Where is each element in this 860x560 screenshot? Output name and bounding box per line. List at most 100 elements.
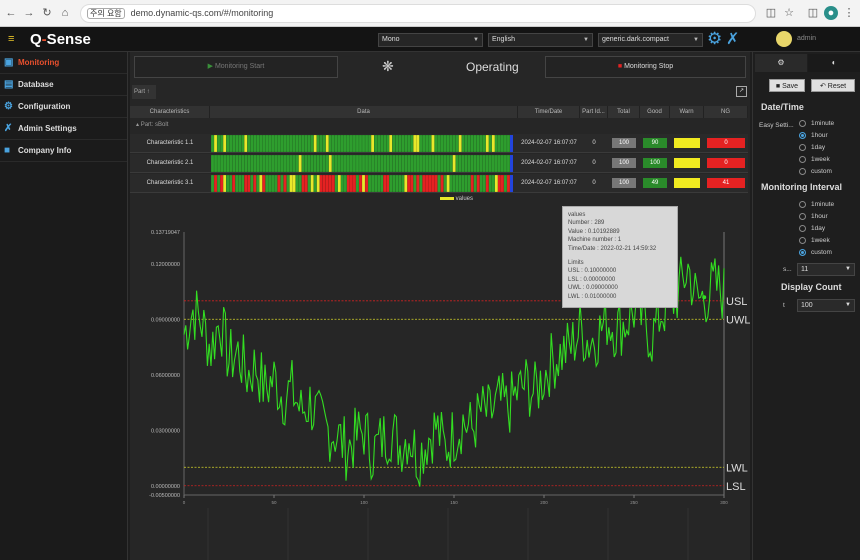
radio-dot (799, 201, 806, 208)
browser-bar: ← → ↻ ⌂ 주의 요함 demo.dynamic-qs.com/#/monit… (0, 0, 860, 27)
sidebar-item-admin-settings[interactable]: ✗ Admin Settings (0, 118, 127, 140)
radio-datetime-1day[interactable]: 1day (799, 143, 825, 153)
menu-dots-icon[interactable]: ⋮ (842, 6, 856, 20)
radio-dot (799, 144, 806, 151)
radio-interval-1minute[interactable]: 1minute (799, 200, 834, 210)
y-tick-label: 0.12000000 (151, 262, 180, 268)
radio-dot (799, 156, 806, 163)
y-tick-label: 0.09000000 (151, 317, 180, 323)
sidepanel-icon[interactable]: ◫ (806, 6, 820, 20)
x-tick-label: 200 (540, 500, 548, 505)
tooltip-lsl: LSL : 0.00000000 (568, 276, 616, 283)
forward-icon[interactable]: → (22, 6, 36, 20)
sidebar-item-configuration[interactable]: ⚙ Configuration (0, 96, 127, 118)
tools-icon: ✗ (4, 123, 13, 134)
chart-tooltip: values Number : 289 Value : 0.10192889 M… (562, 206, 678, 308)
user-name: admin (797, 35, 817, 42)
radio-datetime-1week[interactable]: 1week (799, 155, 830, 165)
gear-icon: ⚙ (777, 58, 785, 67)
translate-icon[interactable]: ◫ (764, 6, 778, 20)
home-icon[interactable]: ⌂ (58, 6, 72, 20)
save-icon: ■ (775, 83, 781, 90)
x-tick-label: 100 (360, 500, 368, 505)
logo: Q-Sense (30, 31, 91, 48)
limit-label-lsl: LSL (726, 481, 746, 493)
sidebar-item-company-info[interactable]: ■ Company Info (0, 140, 127, 162)
reload-icon[interactable]: ↻ (40, 6, 54, 20)
undo-icon: ↶ (819, 83, 826, 90)
radio-interval-custom[interactable]: custom (799, 248, 832, 258)
tooltip-value: Value : 0.10192889 (568, 228, 620, 235)
tooltip-machine: Machine number : 1 (568, 237, 622, 244)
address-bar[interactable]: 주의 요함 demo.dynamic-qs.com/#/monitoring (80, 4, 756, 23)
radio-dot (799, 120, 806, 127)
color-mode-select[interactable]: Mono ▼ (378, 33, 483, 47)
radio-dot (799, 237, 806, 244)
data-point-289 (702, 295, 707, 300)
tooltip-uwl: UWL : 0.09000000 (568, 285, 618, 292)
radio-dot (799, 168, 806, 175)
profile-icon[interactable]: ● (824, 6, 838, 20)
datetime-heading: Date/Time (761, 102, 804, 112)
tooltip-lwl: LWL : 0.01000000 (568, 293, 617, 300)
url-text: demo.dynamic-qs.com/#/monitoring (130, 8, 274, 18)
x-tick-label: 0 (183, 500, 186, 505)
sidebar: ▣ Monitoring ▤ Database ⚙ Configuration ✗ Ad… (0, 52, 128, 560)
radio-dot (799, 213, 806, 220)
y-tick-label: 0.06000000 (151, 373, 180, 379)
reset-button[interactable]: ↶ Reset (811, 79, 855, 92)
easy-setting-label: Easy Setti... (759, 122, 794, 129)
radio-datetime-1hour[interactable]: 1hour (799, 131, 828, 141)
security-badge[interactable]: 주의 요함 (87, 8, 125, 19)
database-icon: ▤ (4, 79, 14, 90)
y-tick-label: 0.03000000 (151, 428, 180, 434)
sidebar-item-monitoring[interactable]: ▣ Monitoring (0, 52, 127, 74)
x-tick-label: 250 (630, 500, 638, 505)
avatar[interactable] (776, 31, 792, 47)
tooltip-title: values (568, 212, 586, 218)
display-count-label: t (783, 302, 785, 309)
tools-icon[interactable]: ✗ (726, 29, 739, 49)
settings-panel: ⚙ ◐ ■ Save ↶ Reset Date/Time Easy Setti.… (752, 52, 860, 560)
limit-label-lwl: LWL (726, 462, 748, 474)
monitoring-main: ▶ Monitoring Start ❋ Operating ■ Monitor… (130, 52, 750, 560)
radio-datetime-custom[interactable]: custom (799, 167, 832, 177)
back-icon[interactable]: ← (4, 6, 18, 20)
language-select[interactable]: English ▼ (488, 33, 593, 47)
tooltip-number: Number : 289 (568, 220, 605, 227)
interval-input[interactable]: 11 ▼ (797, 263, 855, 276)
x-tick-label: 150 (450, 500, 458, 505)
y-tick-label: 0.00000000 (151, 484, 180, 490)
star-icon[interactable]: ☆ (782, 6, 796, 20)
settings-gear-icon[interactable]: ⚙ (707, 29, 722, 49)
x-tick-label: 300 (720, 500, 728, 505)
tab-palette[interactable]: ◐ (808, 54, 860, 72)
tab-settings[interactable]: ⚙ (755, 54, 807, 72)
radio-interval-1day[interactable]: 1day (799, 224, 825, 234)
display-count-heading: Display Count (781, 282, 842, 292)
display-count-input[interactable]: 100 ▼ (797, 299, 855, 312)
hamburger-icon[interactable]: ≡ (8, 33, 14, 45)
limit-label-usl: USL (726, 296, 747, 308)
gear-icon: ⚙ (4, 101, 13, 112)
y-tick-label: -0.00500000 (149, 493, 180, 499)
dropdown-arrow-icon: ▼ (845, 266, 851, 272)
sidebar-item-database[interactable]: ▤ Database (0, 74, 127, 96)
theme-select[interactable]: generic.dark.compact ▼ (598, 33, 703, 47)
tooltip-limits: Limits (568, 260, 584, 267)
dropdown-arrow-icon: ▼ (845, 302, 851, 308)
monitoring-interval-heading: Monitoring Interval (761, 182, 842, 192)
tooltip-usl: USL : 0.10000000 (568, 268, 617, 275)
radio-dot (799, 132, 806, 139)
radio-dot (799, 249, 806, 256)
interval-unit-label: s... (783, 266, 792, 273)
save-button[interactable]: ■ Save (769, 79, 805, 92)
radio-datetime-1minute[interactable]: 1minute (799, 119, 834, 129)
palette-icon: ◐ (831, 58, 837, 67)
app-header: ≡ Q-Sense Mono ▼ English ▼ generic.dark.co… (0, 27, 860, 52)
radio-interval-1hour[interactable]: 1hour (799, 212, 828, 222)
limit-label-uwl: UWL (726, 314, 750, 326)
monitor-icon: ▣ (4, 57, 14, 68)
tooltip-time: Time/Date : 2022-02-21 14:59:32 (568, 245, 657, 252)
radio-interval-1week[interactable]: 1week (799, 236, 830, 246)
